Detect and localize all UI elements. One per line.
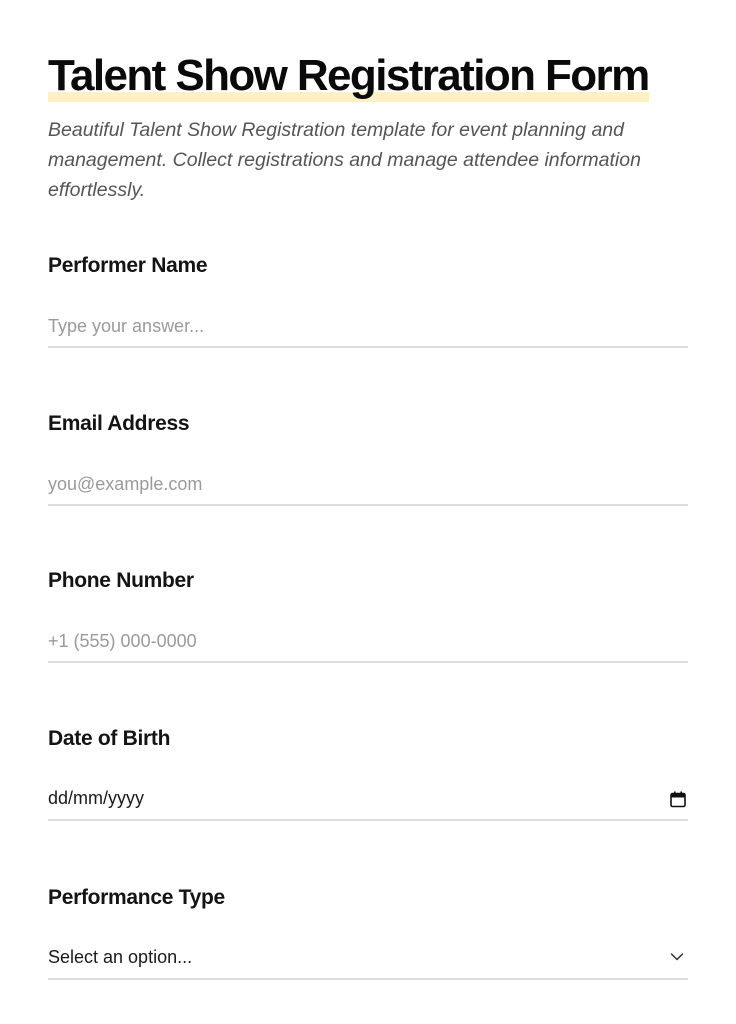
performance-type-selected: Select an option...: [48, 947, 193, 967]
dob-field: Date of Birth dd/mm/yyyy: [48, 725, 688, 821]
performer-name-input-row: [48, 306, 688, 348]
performer-name-field: Performer Name: [48, 252, 688, 348]
performer-name-label: Performer Name: [48, 254, 208, 277]
form-description: Beautiful Talent Show Registration templ…: [48, 119, 641, 201]
phone-label: Phone Number: [48, 569, 194, 592]
dob-label: Date of Birth: [48, 727, 171, 750]
email-field: Email Address: [48, 410, 688, 506]
performance-type-label: Performance Type: [48, 886, 225, 909]
chevron-down-icon: [670, 953, 684, 961]
email-input[interactable]: [48, 464, 648, 504]
title-block: Talent Show Registration Form: [48, 50, 650, 102]
dob-input[interactable]: dd/mm/yyyy: [48, 779, 688, 821]
phone-input[interactable]: [48, 621, 648, 661]
performer-name-input[interactable]: [48, 306, 648, 346]
email-label: Email Address: [48, 412, 190, 435]
performance-type-field: Performance Type Select an option...: [48, 884, 688, 980]
calendar-icon[interactable]: [670, 791, 686, 808]
dob-value: dd/mm/yyyy: [48, 788, 145, 808]
form-title: Talent Show Registration Form: [48, 50, 650, 102]
email-input-row: [48, 464, 688, 506]
phone-input-row: [48, 621, 688, 663]
performance-type-select[interactable]: Select an option...: [48, 938, 688, 980]
phone-field: Phone Number: [48, 567, 688, 663]
